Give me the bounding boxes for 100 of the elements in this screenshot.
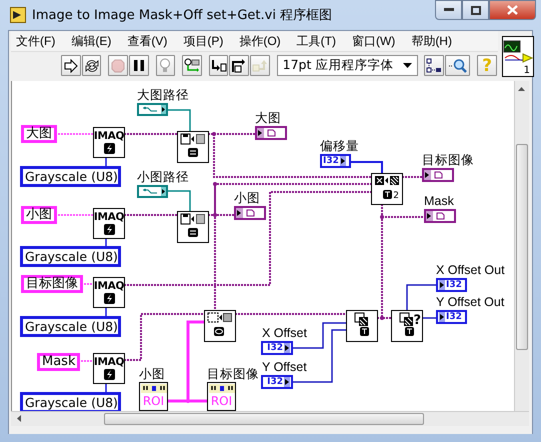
node-label: IMAQ [94, 130, 124, 142]
scrollbar-thumb[interactable] [104, 413, 424, 425]
wire [105, 308, 107, 316]
font-dropdown[interactable]: 17pt 应用程序字体 [276, 55, 418, 76]
stop-icon [111, 58, 126, 72]
wire [167, 109, 191, 131]
scroll-up-icon [518, 87, 525, 91]
output-arrow-icon [284, 343, 290, 353]
step-over-icon [231, 58, 248, 72]
image-type-dropdown[interactable]: Grayscale (U8) [20, 316, 121, 337]
wire [105, 239, 107, 246]
control-label: X Offset [261, 325, 307, 341]
wire-junction [380, 215, 384, 219]
menu-item[interactable]: 操作(O) [234, 32, 285, 50]
control-label: Y Offset [261, 359, 307, 375]
node-label: IMAQ [94, 356, 124, 368]
lightning-icon [104, 369, 114, 380]
run-continuously-button[interactable] [82, 55, 102, 76]
menu-item[interactable]: 项目(P) [178, 32, 228, 50]
roi-text: ROI [210, 393, 232, 409]
indicator-label: Y Offset Out [436, 294, 504, 310]
wire [402, 176, 422, 178]
menu-item[interactable]: 查看(V) [122, 32, 172, 50]
arrow-icon [64, 58, 78, 72]
step-out-icon [252, 58, 268, 72]
pause-button[interactable] [128, 55, 149, 76]
run-button[interactable] [61, 55, 81, 76]
app-icon [10, 7, 26, 23]
minimize-icon [444, 8, 454, 12]
image-control: 目标图像 [21, 275, 83, 293]
horizontal-scrollbar[interactable] [11, 411, 529, 426]
image-type-dropdown[interactable]: Grayscale (U8) [20, 246, 121, 267]
indicator-label: Mask [424, 193, 454, 209]
constant-label: 小图 [139, 366, 165, 382]
vi-icon[interactable]: 1 [502, 36, 534, 77]
constant-label: 目标图像 [207, 366, 259, 382]
magnifier-icon [448, 58, 468, 74]
step-into-button[interactable] [208, 55, 228, 76]
image-indicator [234, 206, 266, 220]
lightning-icon [104, 293, 114, 304]
pause-icon [132, 59, 145, 72]
step-into-icon [210, 58, 227, 72]
probe-icon [184, 58, 200, 73]
type-label: I32 [267, 343, 283, 353]
image-type-dropdown[interactable]: Grayscale (U8) [20, 166, 121, 187]
dropdown-caret-icon [403, 63, 412, 68]
node-label: IMAQ [94, 280, 124, 292]
maximize-button[interactable] [462, 0, 489, 20]
image-control: 小图 [21, 206, 57, 224]
connector-number: 1 [524, 65, 530, 76]
output-arrow-icon [284, 377, 290, 387]
close-button[interactable] [489, 0, 536, 20]
wire [105, 158, 107, 166]
menu-item[interactable]: 帮助(H) [406, 32, 456, 50]
image-indicator [424, 209, 456, 223]
wire [422, 317, 437, 319]
diagram-nodes-icon [426, 58, 442, 74]
highlight-execution-button[interactable] [156, 55, 176, 76]
clean-up-diagram-button[interactable] [424, 55, 444, 76]
scrollbar-thumb[interactable] [516, 144, 528, 350]
wire-junction [380, 316, 384, 320]
step-over-button[interactable] [229, 55, 250, 76]
oscilloscope-icon [503, 40, 533, 64]
image-indicator [255, 126, 287, 140]
output-arrow-icon [340, 156, 346, 166]
vertical-scrollbar[interactable] [514, 81, 529, 411]
menu-item[interactable]: 文件(F) [11, 32, 60, 50]
menu-item[interactable]: 工具(T) [292, 32, 340, 50]
cycle-arrows-icon [84, 58, 99, 72]
constant-label: 小图路径 [137, 169, 189, 185]
wire-junction [213, 182, 217, 186]
node-label: IMAQ [94, 211, 124, 223]
type-label: I32 [323, 156, 339, 166]
indicator-label: 大图 [255, 110, 281, 126]
maximize-icon [470, 6, 480, 14]
close-icon [507, 5, 518, 15]
constant-label: 偏移量 [320, 138, 359, 154]
menu-item[interactable]: 窗口(W) [346, 32, 400, 50]
retain-wire-values-button[interactable] [182, 55, 202, 76]
type-label: I32 [267, 377, 283, 387]
input-arrow-icon [439, 312, 445, 322]
indicator-label: 小图 [234, 190, 260, 206]
indicator-label: 目标图像 [422, 152, 474, 168]
node-mark-label: 2 [393, 191, 399, 201]
image-indicator [422, 168, 454, 182]
lightning-icon [104, 143, 114, 154]
menu-item[interactable]: 编辑(E) [66, 32, 116, 50]
window-title: Image to Image Mask+Off set+Get.vi 程序框图 [32, 7, 332, 24]
path-constant [137, 103, 168, 116]
wire-junction [212, 132, 216, 136]
type-label: I32 [446, 312, 462, 322]
indicator-label: X Offset Out [436, 262, 505, 278]
input-arrow-icon [439, 280, 445, 290]
minimize-button[interactable] [435, 0, 462, 20]
wire [406, 284, 437, 310]
image-type-dropdown[interactable]: Grayscale (U8) [20, 392, 121, 411]
search-button[interactable] [444, 55, 470, 76]
lightning-icon [104, 224, 114, 235]
constant-label: 大图路径 [137, 87, 189, 103]
wire-junction [213, 213, 217, 217]
